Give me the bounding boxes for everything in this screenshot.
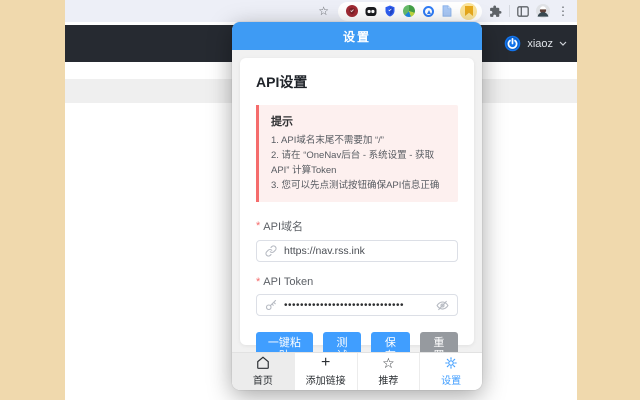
eye-off-icon[interactable]	[436, 299, 449, 312]
chevron-down-icon	[559, 41, 567, 46]
extensions-pill	[338, 1, 482, 21]
browser-toolbar: ☆ ⋮	[65, 0, 577, 22]
api-token-input-wrap	[256, 294, 458, 316]
tips-item: 1. API域名末尾不需要加 “/”	[271, 135, 384, 146]
link-icon	[265, 245, 277, 257]
bookmark-star-icon[interactable]: ☆	[318, 5, 329, 17]
key-icon	[265, 299, 277, 311]
tab-add-link[interactable]: + 添加链接	[293, 353, 357, 390]
tips-alert-title: 提示	[271, 116, 293, 128]
button-row: 一键粘贴 测试 保存 重置	[256, 332, 459, 352]
browser-menu-icon[interactable]: ⋮	[557, 5, 569, 17]
popup-title: 设置	[232, 22, 482, 50]
api-token-field: * API Token	[256, 276, 458, 316]
idm-globe-icon[interactable]	[403, 5, 415, 17]
popup-tabbar: 首页 + 添加链接 ☆ 推荐 设置	[232, 352, 482, 390]
api-settings-card: API设置 提示 1. API域名末尾不需要加 “/” 2. 请在 “OneNa…	[240, 58, 474, 352]
plus-icon: +	[320, 354, 331, 371]
toolbar-divider	[509, 5, 510, 17]
blue-shield-icon[interactable]	[384, 5, 396, 17]
tab-recommend[interactable]: ☆ 推荐	[356, 353, 420, 390]
test-button[interactable]: 测试	[322, 332, 362, 352]
required-mark: *	[256, 220, 261, 232]
popup-body: API设置 提示 1. API域名末尾不需要加 “/” 2. 请在 “OneNa…	[232, 50, 482, 352]
api-domain-label-text: API域名	[263, 221, 304, 233]
tab-recommend-label: 推荐	[378, 376, 399, 387]
tips-alert: 提示 1. API域名末尾不需要加 “/” 2. 请在 “OneNav后台 - …	[256, 105, 458, 202]
api-token-label-text: API Token	[263, 276, 314, 288]
api-token-label: * API Token	[256, 276, 458, 288]
tab-settings-label: 设置	[441, 376, 462, 387]
gear-icon	[444, 356, 458, 371]
required-mark: *	[256, 276, 261, 288]
api-domain-input[interactable]	[284, 245, 449, 257]
tips-item: 2. 请在 “OneNav后台 - 系统设置 - 获取API” 计算Token	[271, 150, 435, 176]
tab-add-link-label: 添加链接	[305, 376, 346, 387]
profile-avatar[interactable]	[536, 4, 550, 18]
api-domain-field: * API域名	[256, 218, 458, 262]
site-power-logo[interactable]	[504, 35, 521, 52]
user-menu[interactable]: xiaoz	[527, 38, 553, 50]
blue-file-icon[interactable]	[441, 5, 453, 17]
star-icon: ☆	[382, 355, 395, 371]
blue-ring-icon[interactable]	[422, 5, 434, 17]
api-domain-input-wrap	[256, 240, 458, 262]
tips-item: 3. 您可以先点测试按钮确保API信息正确	[271, 180, 440, 191]
yellow-bookmark-icon-active[interactable]	[460, 2, 477, 20]
tab-home-label: 首页	[252, 376, 273, 387]
tab-settings[interactable]: 设置	[419, 353, 482, 390]
home-icon	[256, 356, 270, 371]
tab-home[interactable]: 首页	[232, 353, 294, 390]
black-mask-icon[interactable]	[365, 5, 377, 17]
paste-button[interactable]: 一键粘贴	[256, 332, 313, 352]
section-title: API设置	[256, 74, 308, 90]
api-token-input[interactable]	[284, 299, 429, 311]
api-domain-label: * API域名	[256, 218, 458, 234]
side-panel-icon[interactable]	[517, 5, 529, 17]
extensions-puzzle-icon[interactable]	[489, 5, 502, 18]
reset-button[interactable]: 重置	[419, 332, 459, 352]
adguard-shield-icon[interactable]	[346, 5, 358, 17]
extension-popup: 设置 API设置 提示 1. API域名末尾不需要加 “/” 2. 请在 “On…	[232, 22, 482, 390]
save-button[interactable]: 保存	[371, 332, 410, 352]
